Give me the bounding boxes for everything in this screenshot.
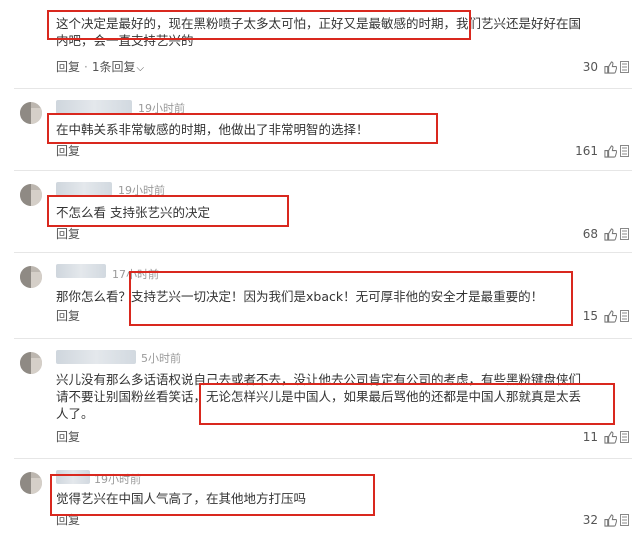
replies-count-label: 1条回复 [91,60,136,74]
comment-actions: 回复 [56,428,80,446]
thumbs-up-icon[interactable] [604,310,617,323]
reply-button[interactable]: 回复 [56,227,80,241]
like-count: 161 [575,144,598,158]
report-icon[interactable] [620,228,629,240]
report-icon[interactable] [620,61,629,73]
highlight-box [47,195,289,227]
comment-divider [14,338,632,339]
comment-actions: 回复 [56,307,80,325]
report-icon[interactable] [620,310,629,322]
comment-divider [14,252,632,253]
separator-dot: · [84,60,88,74]
avatar [20,184,42,206]
like-count: 32 [582,513,598,527]
report-icon[interactable] [620,145,629,157]
highlight-box [47,10,471,40]
avatar [20,472,42,494]
like-count: 11 [582,430,598,444]
report-icon[interactable] [620,431,629,443]
highlight-box [50,474,375,516]
username-redacted [56,264,106,278]
comment-divider [14,170,632,171]
thumbs-up-icon[interactable] [604,514,617,527]
reply-button[interactable]: 回复 [56,60,80,74]
username-redacted [56,350,136,364]
reply-button[interactable]: 回复 [56,309,80,323]
like-count: 15 [582,309,598,323]
highlight-box [47,113,438,144]
thumbs-up-icon[interactable] [604,431,617,444]
comment-actions: 回复 [56,142,80,160]
comment-timestamp: 5小时前 [141,352,181,365]
chevron-down-icon: ⌵ [136,63,145,74]
reply-button[interactable]: 回复 [56,144,80,158]
like-count: 68 [582,227,598,241]
avatar [20,102,42,124]
comment-divider [14,88,632,89]
comment-actions: 回复 · 1条回复⌵ [56,58,144,76]
thumbs-up-icon[interactable] [604,145,617,158]
comment-divider [14,458,632,459]
username-redacted [56,100,132,114]
like-count: 30 [582,60,598,74]
comment-actions: 回复 [56,225,80,243]
thumbs-up-icon[interactable] [604,61,617,74]
avatar [20,352,42,374]
highlight-box [199,383,615,425]
thumbs-up-icon[interactable] [604,228,617,241]
highlight-box [129,271,573,326]
avatar [20,266,42,288]
username-redacted [56,182,112,196]
reply-button[interactable]: 回复 [56,430,80,444]
view-replies-button[interactable]: 1条回复⌵ [92,60,144,74]
report-icon[interactable] [620,514,629,526]
